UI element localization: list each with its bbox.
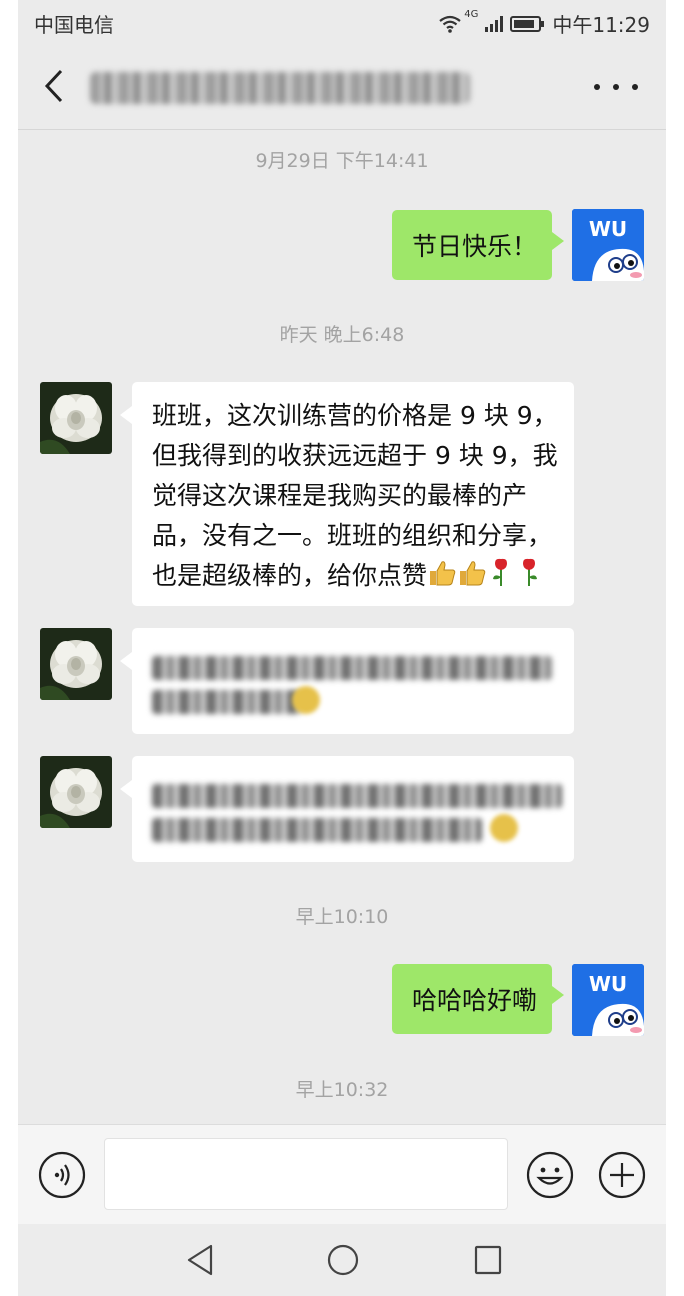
nav-back-icon: [187, 1244, 213, 1276]
wifi-icon: [439, 15, 461, 33]
voice-button[interactable]: [38, 1151, 86, 1199]
signal-icon: [485, 15, 504, 32]
more-dot: [613, 84, 619, 90]
message-line: 但我得到的收获远远超于 9 块 9，我: [152, 441, 558, 470]
my-avatar[interactable]: WU: [572, 209, 644, 281]
thumbs-up-icon: [430, 561, 456, 586]
rose-icon: [523, 558, 538, 586]
thumbs-up-icon: [460, 561, 486, 586]
chat-title-blurred: [90, 72, 470, 104]
status-time: 中午11:29: [552, 13, 650, 37]
message-text: 节日快乐！: [412, 232, 538, 261]
battery-icon: [510, 15, 545, 32]
input-bar: [18, 1124, 666, 1224]
flower-avatar-icon: [40, 382, 112, 454]
wu-avatar-icon: WU: [572, 964, 644, 1036]
message-line: 班班，这次训练营的价格是 9 块 9，: [152, 401, 558, 430]
message-text: 哈哈哈好嘞: [412, 986, 538, 1015]
chat-header: [18, 44, 666, 130]
timestamp: 早上10:10: [295, 906, 389, 928]
status-icons: 4G 中午11:29: [438, 9, 650, 38]
message-line: 品，没有之一。班班的组织和分享，: [152, 521, 553, 550]
incoming-message-bubble-blurred[interactable]: [120, 628, 574, 734]
message-input[interactable]: [104, 1138, 508, 1210]
phone-screen: 中国电信 4G 中午11:29 9月29日 下午14:41 节日快乐！ WU 昨…: [18, 0, 666, 1296]
nav-recent-icon: [474, 1245, 502, 1275]
timestamp: 昨天 晚上6:48: [279, 324, 405, 346]
back-button[interactable]: [36, 66, 72, 106]
plus-icon: [598, 1151, 646, 1199]
blurred-line: [152, 656, 552, 680]
message-line: 也是超级棒的，给你点赞: [152, 561, 428, 590]
outgoing-message-bubble[interactable]: 哈哈哈好嘞: [392, 964, 564, 1034]
contact-avatar[interactable]: [40, 382, 112, 454]
timestamp: 早上10:32: [295, 1079, 389, 1101]
message-line: 觉得这次课程是我购买的最棒的产: [152, 481, 528, 510]
rose-icon: [493, 558, 508, 586]
voice-icon: [38, 1151, 86, 1199]
message-line-last: 也是超级棒的，给你点赞: [152, 556, 558, 596]
contact-avatar[interactable]: [40, 628, 112, 700]
blurred-emoji-icon: [292, 686, 320, 714]
blurred-line: [152, 784, 562, 808]
system-back-button[interactable]: [183, 1240, 219, 1280]
more-button[interactable]: [594, 76, 638, 98]
outgoing-message-bubble[interactable]: 节日快乐！: [392, 210, 564, 280]
nav-home-icon: [327, 1244, 359, 1276]
more-functions-button[interactable]: [598, 1151, 646, 1199]
system-home-button[interactable]: [323, 1240, 363, 1280]
flower-avatar-icon: [40, 628, 112, 700]
flower-avatar-icon: [40, 756, 112, 828]
incoming-message-bubble[interactable]: 班班，这次训练营的价格是 9 块 9， 但我得到的收获远远超于 9 块 9，我 …: [120, 382, 574, 606]
incoming-message-bubble-blurred[interactable]: [120, 756, 574, 862]
contact-avatar[interactable]: [40, 756, 112, 828]
blurred-line: [152, 690, 302, 714]
status-bar: 中国电信 4G 中午11:29: [18, 0, 666, 44]
carrier-name: 中国电信: [34, 13, 114, 37]
system-recent-apps-button[interactable]: [470, 1240, 506, 1280]
blurred-line: [152, 818, 482, 842]
my-avatar[interactable]: WU: [572, 964, 644, 1036]
emoji-icon: [526, 1151, 574, 1199]
more-dot: [632, 84, 638, 90]
network-type: 4G: [464, 9, 479, 20]
wu-avatar-icon: WU: [572, 209, 644, 281]
back-arrow-icon: [44, 69, 63, 103]
avatar-letters: WU: [589, 972, 627, 996]
more-dot: [594, 84, 600, 90]
emoji-button[interactable]: [526, 1151, 574, 1199]
system-navigation-bar: [18, 1224, 666, 1296]
avatar-letters: WU: [589, 217, 627, 241]
blurred-emoji-icon: [490, 814, 518, 842]
timestamp: 9月29日 下午14:41: [255, 150, 429, 172]
